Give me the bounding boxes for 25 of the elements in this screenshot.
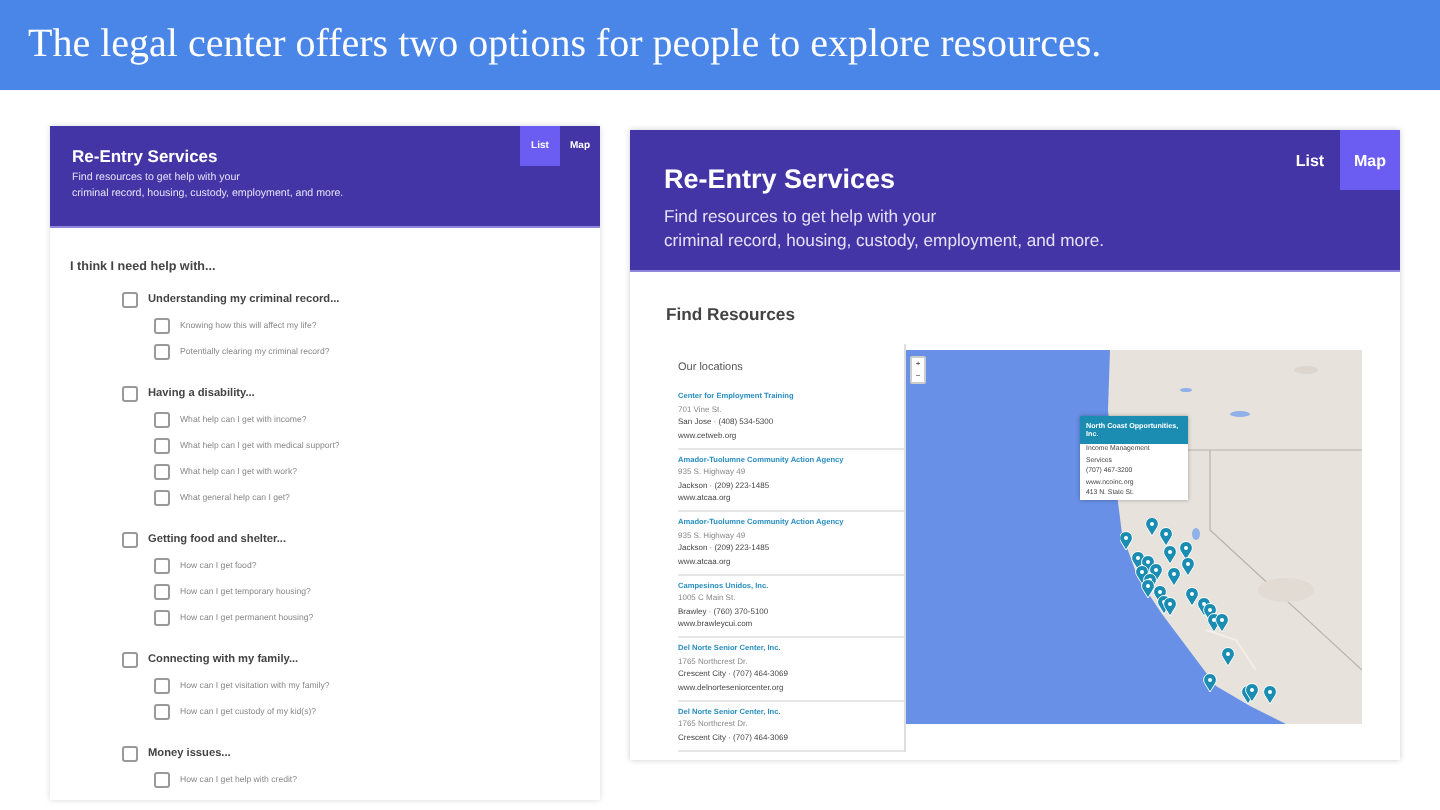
checkbox[interactable]: [154, 411, 170, 427]
checkbox[interactable]: [154, 437, 170, 453]
checkbox[interactable]: [154, 343, 170, 359]
checkbox[interactable]: [154, 583, 170, 599]
checkbox[interactable]: [154, 317, 170, 333]
checkbox[interactable]: [154, 703, 170, 719]
view-tab[interactable]: List: [1280, 130, 1340, 190]
view-tab[interactable]: Map: [1340, 130, 1400, 190]
checkbox[interactable]: [122, 385, 138, 401]
header-subtitle: criminal record, housing, custody, employment, and more.: [664, 228, 1105, 252]
checkbox[interactable]: [154, 557, 170, 573]
header-title: Re-Entry Services: [72, 146, 220, 166]
checkbox[interactable]: [122, 745, 138, 761]
header-subtitle: Find resources to get help with your: [664, 204, 939, 228]
checkbox[interactable]: [122, 531, 138, 547]
header-title: Re-Entry Services: [664, 164, 898, 194]
checkbox[interactable]: [154, 677, 170, 693]
checkbox[interactable]: [154, 609, 170, 625]
checkbox[interactable]: [122, 651, 138, 667]
checkbox[interactable]: [122, 291, 138, 307]
checkbox[interactable]: [154, 771, 170, 787]
section-title: Find Resources: [666, 304, 797, 324]
checkbox[interactable]: [154, 489, 170, 505]
checkbox[interactable]: [154, 463, 170, 479]
slide-title: The legal center offers two options for people to explore resources.: [28, 22, 1102, 68]
